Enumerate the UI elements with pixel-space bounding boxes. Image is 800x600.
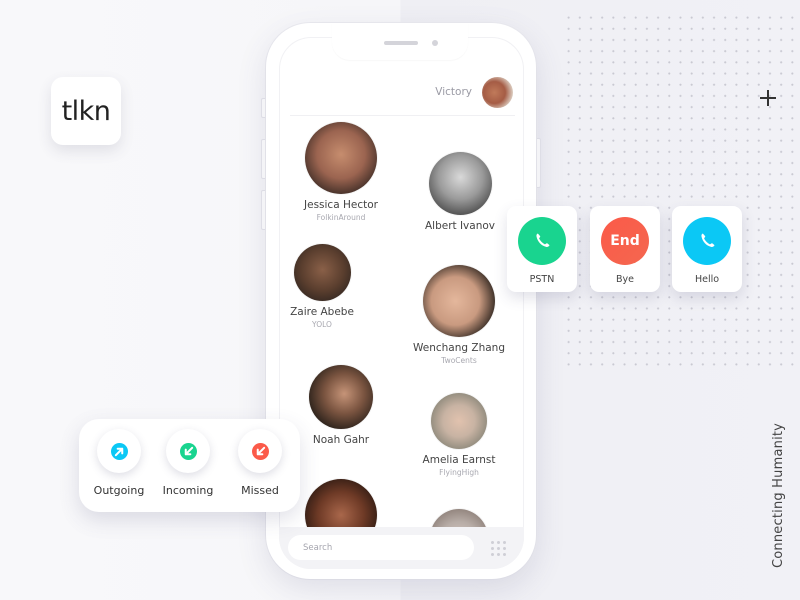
contact-item[interactable]: Zaire Abebe YOLO	[262, 244, 382, 329]
contact-handle: TwoCents	[441, 356, 477, 365]
contact-name: Wenchang Zhang	[412, 342, 505, 354]
filter-label: Incoming	[162, 484, 214, 497]
end-call-glyph: End	[610, 233, 640, 249]
filter-label: Missed	[241, 484, 279, 497]
call-action-hello[interactable]: Hello	[672, 206, 742, 292]
filter-outgoing-button	[97, 429, 141, 473]
phone-camera	[432, 40, 438, 46]
outgoing-arrow-icon	[110, 442, 128, 460]
tagline: Connecting Humanity	[771, 422, 786, 568]
call-action-label: Bye	[616, 274, 634, 285]
header-divider	[290, 115, 515, 116]
filter-label: Outgoing	[93, 484, 145, 497]
end-call-icon: End	[601, 217, 649, 265]
contact-avatar	[428, 152, 492, 215]
filter-incoming-button	[166, 429, 210, 473]
logo-text: tlkn	[61, 95, 111, 127]
contact-avatar	[309, 365, 373, 429]
contact-name: Albert Ivanov	[424, 220, 496, 232]
current-user-avatar[interactable]	[482, 77, 513, 108]
current-user-name[interactable]: Victory	[420, 86, 472, 98]
contact-avatar	[431, 393, 487, 449]
contact-name: Amelia Earnst	[422, 454, 496, 466]
contact-item[interactable]: Wenchang Zhang TwoCents	[399, 265, 519, 365]
dialpad-icon[interactable]	[491, 541, 506, 556]
phone-speaker	[384, 41, 418, 45]
app-logo: tlkn	[51, 77, 121, 145]
dot-grid-background	[563, 12, 800, 374]
filter-outgoing[interactable]: Outgoing	[84, 429, 154, 497]
missed-arrow-icon	[251, 442, 269, 460]
phone-icon	[683, 217, 731, 265]
contact-handle: FlyingHigh	[439, 468, 479, 477]
filter-missed[interactable]: Missed	[225, 429, 295, 497]
phone-icon	[518, 217, 566, 265]
contact-item[interactable]: Amelia Earnst FlyingHigh	[399, 393, 519, 477]
contact-name: Zaire Abebe	[290, 306, 354, 318]
call-filter-panel: Outgoing Incoming Missed	[79, 419, 300, 512]
contact-handle: FolkinAround	[316, 213, 366, 222]
filter-missed-button	[238, 429, 282, 473]
search-input[interactable]	[288, 535, 474, 560]
incoming-arrow-icon	[179, 442, 197, 460]
contact-avatar	[423, 265, 495, 337]
filter-incoming[interactable]: Incoming	[153, 429, 223, 497]
call-action-pstn[interactable]: PSTN	[507, 206, 577, 292]
call-action-label: PSTN	[529, 274, 555, 285]
plus-icon[interactable]	[760, 90, 776, 106]
call-action-label: Hello	[694, 274, 720, 285]
contact-handle: YOLO	[312, 320, 332, 329]
contact-item[interactable]: Jessica Hector FolkinAround	[281, 122, 401, 222]
contact-avatar	[293, 244, 351, 301]
contact-name: Jessica Hector	[304, 199, 378, 211]
contact-avatar	[305, 122, 377, 194]
call-action-bye[interactable]: End Bye	[590, 206, 660, 292]
contact-item[interactable]: Albert Ivanov	[400, 152, 520, 232]
